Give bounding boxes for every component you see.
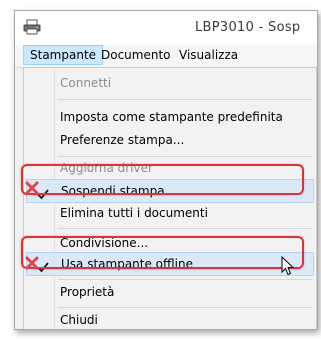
menu-item-label: Chiudi bbox=[60, 313, 98, 327]
annotation-highlight-offline bbox=[21, 236, 304, 269]
menu-documento[interactable]: Documento bbox=[95, 46, 177, 64]
menu-item-label: Connetti bbox=[60, 76, 112, 90]
menu-item-connetti: Connetti bbox=[26, 72, 314, 94]
menu-item-preferenze-stampa[interactable]: Preferenze stampa... bbox=[26, 129, 314, 151]
title-bar[interactable]: LBP3010 - Sosp bbox=[15, 11, 317, 45]
window-title: LBP3010 - Sosp bbox=[195, 20, 301, 35]
menu-separator bbox=[58, 99, 312, 100]
menu-item-label: Imposta come stampante predefinita bbox=[60, 110, 283, 124]
menu-item-label: Proprietà bbox=[60, 285, 115, 299]
menu-separator bbox=[58, 279, 312, 280]
menu-visualizza[interactable]: Visualizza bbox=[173, 46, 244, 64]
printer-icon bbox=[23, 19, 41, 35]
menu-separator bbox=[58, 228, 312, 229]
menu-item-label: Elimina tutti i documenti bbox=[60, 206, 208, 220]
annotation-highlight-sospendi bbox=[21, 164, 304, 195]
menu-item-imposta-predefinita[interactable]: Imposta come stampante predefinita bbox=[26, 106, 314, 128]
menu-item-chiudi[interactable]: Chiudi bbox=[26, 309, 314, 329]
menu-stampante[interactable]: Stampante bbox=[23, 45, 104, 65]
stampante-dropdown-menu: Connetti Imposta come stampante predefin… bbox=[23, 67, 317, 329]
red-x-icon bbox=[25, 255, 39, 270]
menu-item-elimina-documenti[interactable]: Elimina tutti i documenti bbox=[26, 202, 314, 224]
mouse-cursor-icon bbox=[281, 255, 295, 276]
menu-item-proprieta[interactable]: Proprietà bbox=[26, 281, 314, 303]
menu-bar: Stampante Documento Visualizza bbox=[15, 45, 317, 68]
menu-separator bbox=[58, 307, 312, 308]
red-x-icon bbox=[25, 180, 39, 195]
menu-item-label: Preferenze stampa... bbox=[60, 133, 185, 147]
